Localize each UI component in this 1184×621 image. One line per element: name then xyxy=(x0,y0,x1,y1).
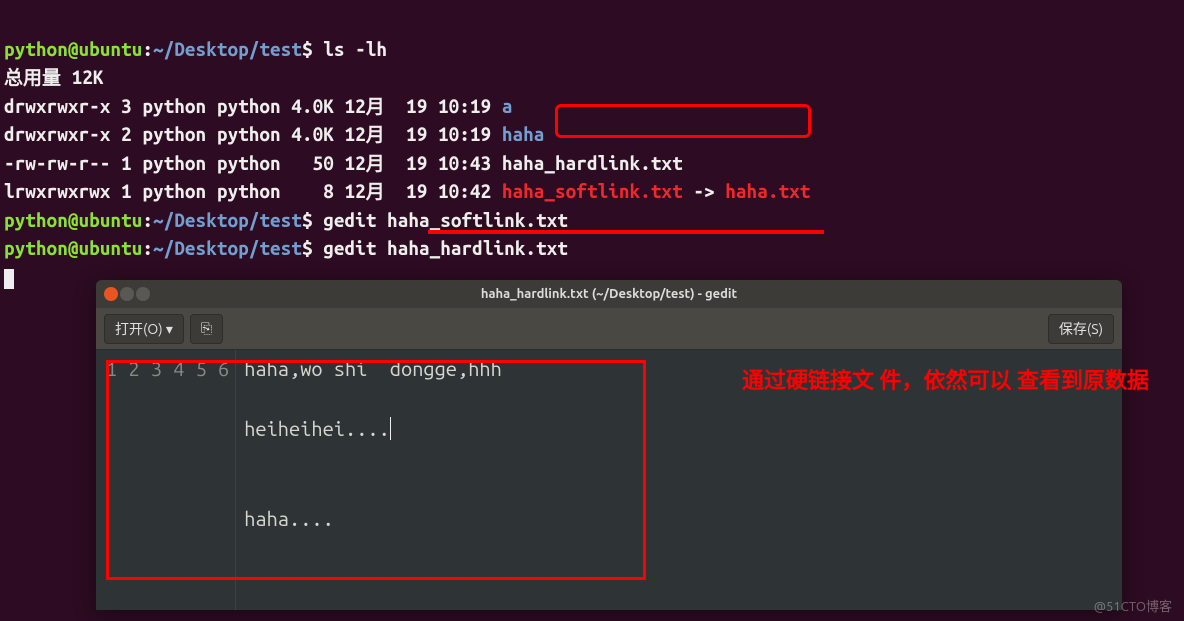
open-button[interactable]: 打开(O) ▾ xyxy=(104,314,184,344)
ls-row: drwxrwxr-x 2 python python 4.0K 12月 19 1… xyxy=(4,123,544,145)
ls-row: drwxrwxr-x 3 python python 4.0K 12月 19 1… xyxy=(4,95,512,117)
highlight-box-filename xyxy=(555,104,811,138)
terminal-output: python@ubuntu:~/Desktop/test$ ls -lh 总用量… xyxy=(0,0,1184,297)
watermark: @51CTO博客 xyxy=(1094,596,1172,615)
prompt-user: python@ubuntu xyxy=(4,38,142,60)
highlight-underline-command xyxy=(428,230,824,234)
ls-row: lrwxrwxrwx 1 python python 8 12月 19 10:4… xyxy=(4,180,810,202)
new-tab-icon: ⎘ xyxy=(201,320,212,337)
new-tab-button[interactable]: ⎘ xyxy=(190,314,223,344)
command-gedit-hard: gedit haha_hardlink.txt xyxy=(323,237,568,259)
save-button[interactable]: 保存(S) xyxy=(1048,314,1114,344)
prompt-path: ~/Desktop/test xyxy=(153,38,302,60)
ls-row: -rw-rw-r-- 1 python python 50 12月 19 10:… xyxy=(4,152,683,174)
command-gedit-soft: gedit haha_softlink.txt xyxy=(323,209,568,231)
highlight-box-editor xyxy=(106,360,646,580)
command-ls: ls -lh xyxy=(323,38,387,60)
annotation-text: 通过硬链接文 件，依然可以 查看到原数据 xyxy=(742,366,1149,396)
gedit-toolbar: 打开(O) ▾ ⎘ 保存(S) xyxy=(96,308,1122,350)
gedit-title: haha_hardlink.txt (~/Desktop/test) - ged… xyxy=(96,287,1122,301)
gedit-titlebar[interactable]: haha_hardlink.txt (~/Desktop/test) - ged… xyxy=(96,280,1122,308)
terminal-cursor xyxy=(4,269,14,289)
ls-total: 总用量 12K xyxy=(4,66,104,88)
